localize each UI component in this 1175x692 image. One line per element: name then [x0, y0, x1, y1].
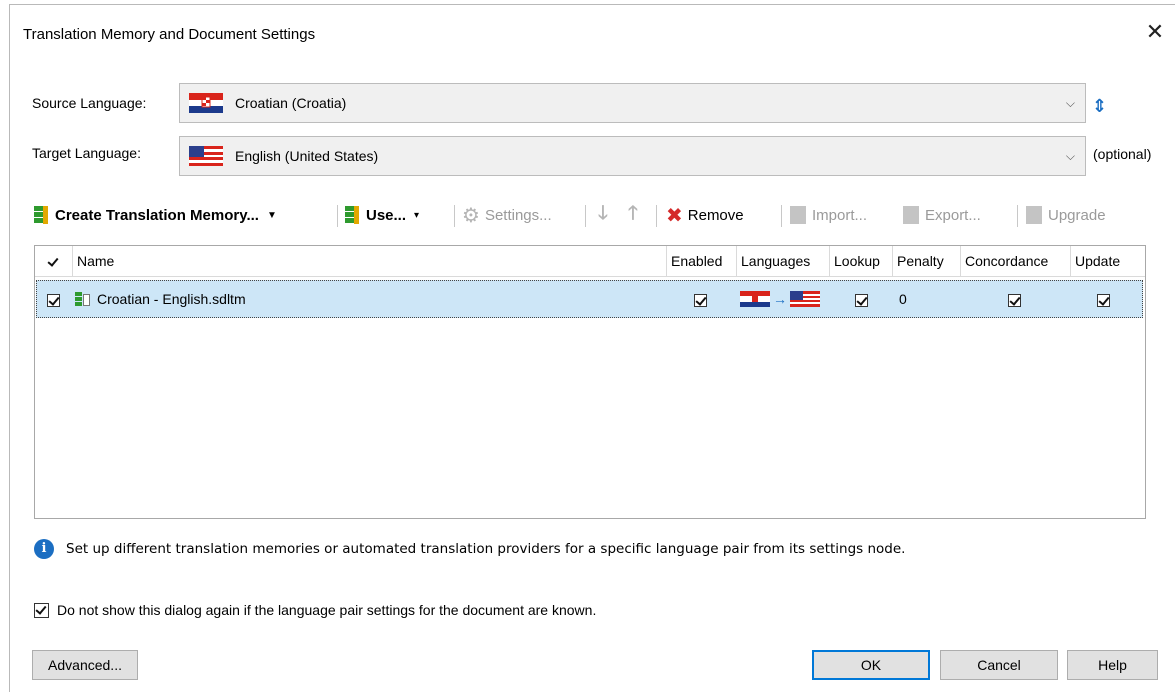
row-penalty-cell[interactable]: 0 [899, 281, 907, 317]
ok-button[interactable]: OK [812, 650, 930, 680]
dialog-title: Translation Memory and Document Settings [23, 26, 316, 43]
row-update-cell[interactable] [1097, 281, 1110, 317]
upgrade-icon [1026, 206, 1042, 224]
source-language-label: Source Language: [32, 95, 147, 111]
tm-file-icon [75, 291, 91, 307]
select-all-checkbox[interactable] [47, 256, 60, 269]
settings-button[interactable]: ⚙ Settings... [462, 201, 552, 229]
dropdown-arrow-icon[interactable]: ▼ [267, 210, 277, 221]
source-language-value: Croatian (Croatia) [235, 95, 347, 111]
upgrade-button[interactable]: Upgrade [1026, 201, 1106, 229]
croatia-flag-icon [740, 291, 770, 307]
column-update[interactable]: Update [1071, 246, 1135, 276]
target-language-label: Target Language: [32, 145, 141, 161]
cancel-button[interactable]: Cancel [940, 650, 1058, 680]
row-languages-cell: → [740, 281, 820, 317]
info-icon: i [34, 539, 54, 559]
column-penalty[interactable]: Penalty [893, 246, 961, 276]
translation-memory-icon [345, 206, 359, 224]
translation-memory-icon [34, 206, 48, 224]
target-language-value: English (United States) [235, 148, 379, 164]
row-select-checkbox[interactable] [47, 293, 60, 307]
dont-show-again-checkbox[interactable] [34, 602, 49, 618]
use-button[interactable]: Use... ▾ [345, 201, 419, 229]
usa-flag-icon [189, 146, 223, 166]
export-label: Export... [925, 206, 981, 224]
import-label: Import... [812, 206, 868, 224]
import-button[interactable]: Import... [790, 201, 867, 229]
enabled-checkbox[interactable] [694, 293, 707, 307]
chevron-down-icon: ⌵ [1065, 96, 1075, 110]
column-languages[interactable]: Languages [737, 246, 830, 276]
gear-icon: ⚙ [462, 204, 480, 227]
import-icon [790, 206, 806, 224]
use-label: Use... [366, 206, 407, 224]
row-name-cell: Croatian - English.sdltm [75, 281, 246, 317]
arrow-down-icon[interactable]: 🡓 [598, 201, 608, 229]
grid-header: Name Enabled Languages Lookup Penalty Co… [35, 246, 1145, 277]
toolbar: Create Translation Memory... ▼ Use... ▾ … [34, 201, 1144, 229]
arrow-up-icon[interactable]: 🡑 [628, 201, 638, 229]
export-icon [903, 206, 919, 224]
toolbar-separator [337, 205, 338, 227]
toolbar-separator [585, 205, 586, 227]
translation-memory-grid: Name Enabled Languages Lookup Penalty Co… [34, 245, 1146, 519]
create-translation-memory-label: Create Translation Memory... [55, 206, 259, 224]
target-language-select[interactable]: English (United States) ⌵ [179, 136, 1086, 176]
remove-button[interactable]: ✖ Remove [666, 201, 744, 229]
settings-label: Settings... [484, 206, 552, 224]
chevron-down-icon: ⌵ [1065, 149, 1075, 163]
toolbar-separator [781, 205, 782, 227]
column-enabled[interactable]: Enabled [667, 246, 737, 276]
row-enabled-cell[interactable] [694, 281, 707, 317]
concordance-checkbox[interactable] [1008, 293, 1021, 307]
dialog: Translation Memory and Document Settings… [9, 4, 1175, 692]
export-button[interactable]: Export... [903, 201, 981, 229]
help-button[interactable]: Help [1067, 650, 1158, 680]
arrow-right-icon: → [773, 291, 787, 307]
dont-show-again-label: Do not show this dialog again if the lan… [57, 602, 597, 618]
toolbar-separator [1017, 205, 1018, 227]
usa-flag-icon [790, 291, 820, 307]
info-message: i Set up different translation memories … [34, 537, 905, 561]
lookup-checkbox[interactable] [855, 293, 868, 307]
column-concordance[interactable]: Concordance [961, 246, 1071, 276]
toolbar-separator [454, 205, 455, 227]
optional-label: (optional) [1093, 146, 1152, 162]
close-icon[interactable]: ✕ [1142, 19, 1168, 45]
select-all-checkbox-column[interactable] [35, 246, 73, 276]
dont-show-again-option[interactable]: Do not show this dialog again if the lan… [34, 602, 596, 618]
column-name[interactable]: Name [73, 246, 667, 276]
remove-label: Remove [687, 206, 744, 224]
swap-languages-icon[interactable]: ⇕ [1092, 95, 1107, 117]
table-row[interactable]: Croatian - English.sdltm → 0 [36, 280, 1143, 318]
row-select-checkbox-cell[interactable] [47, 281, 60, 317]
create-translation-memory-button[interactable]: Create Translation Memory... ▼ [34, 201, 277, 229]
croatia-flag-icon [189, 93, 223, 113]
update-checkbox[interactable] [1097, 293, 1110, 307]
remove-x-icon: ✖ [666, 204, 683, 227]
info-text: Set up different translation memories or… [66, 541, 906, 557]
advanced-button[interactable]: Advanced... [32, 650, 138, 680]
row-lookup-cell[interactable] [855, 281, 868, 317]
source-language-select[interactable]: Croatian (Croatia) ⌵ [179, 83, 1086, 123]
dropdown-arrow-icon[interactable]: ▾ [414, 210, 419, 221]
column-lookup[interactable]: Lookup [830, 246, 893, 276]
upgrade-label: Upgrade [1048, 206, 1106, 224]
row-name: Croatian - English.sdltm [97, 291, 246, 307]
toolbar-separator [656, 205, 657, 227]
row-concordance-cell[interactable] [1008, 281, 1021, 317]
